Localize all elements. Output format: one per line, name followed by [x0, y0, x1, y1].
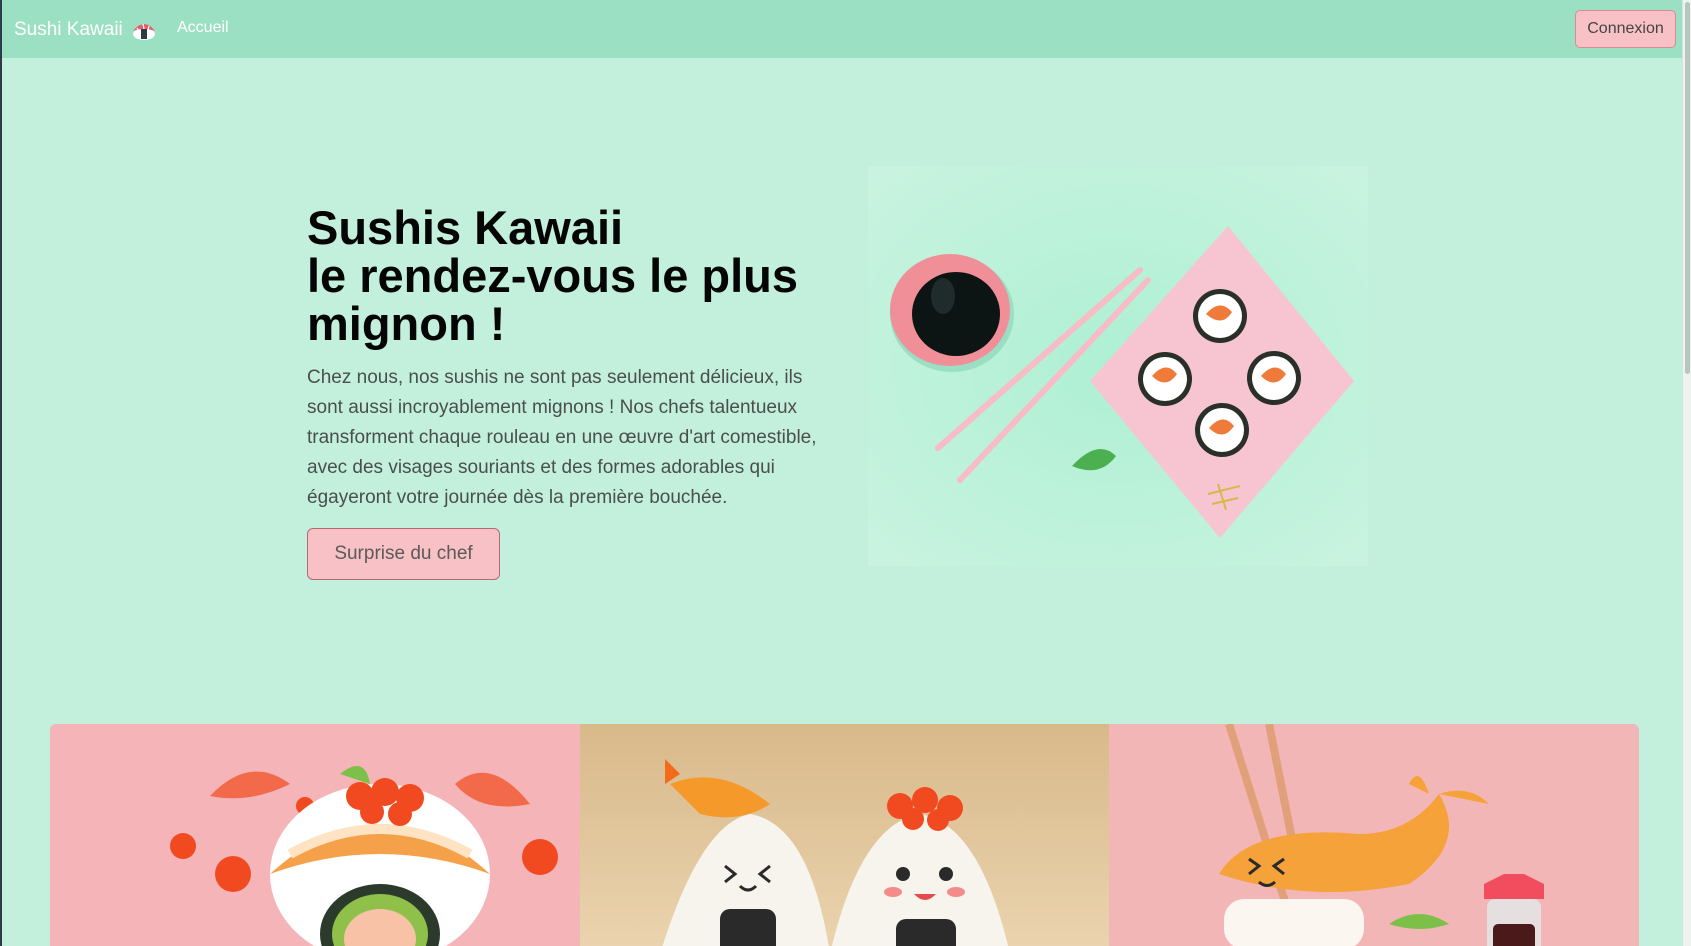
login-button[interactable]: Connexion	[1575, 10, 1676, 48]
gallery-image-shrimp-nigiri[interactable]	[1109, 724, 1639, 946]
hero-description: Chez nous, nos sushis ne sont pas seulem…	[307, 367, 817, 508]
gallery-image-onigiri[interactable]	[579, 724, 1110, 946]
hero-title-line1: Sushis Kawaii	[307, 201, 624, 254]
sushi-plate-image	[868, 166, 1368, 566]
window-edge	[0, 0, 2, 946]
chef-surprise-button[interactable]: Surprise du chef	[307, 528, 500, 580]
brand[interactable]: Sushi Kawaii	[14, 17, 157, 43]
gallery-image-salmon-roll[interactable]	[50, 724, 580, 946]
scrollbar-thumb[interactable]	[1685, 2, 1690, 374]
hero-title: Sushis Kawaii le rendez-vous le plus mig…	[307, 204, 827, 348]
gallery	[50, 724, 1639, 946]
navbar: Sushi Kawaii Accueil Connexion	[2, 0, 1682, 58]
sushi-icon	[132, 23, 155, 40]
hero-title-line2: le rendez-vous le plus mignon !	[307, 249, 799, 350]
scrollbar[interactable]	[1682, 0, 1691, 946]
nav-link-accueil[interactable]: Accueil	[177, 19, 229, 37]
brand-name: Sushi Kawaii	[14, 19, 123, 40]
